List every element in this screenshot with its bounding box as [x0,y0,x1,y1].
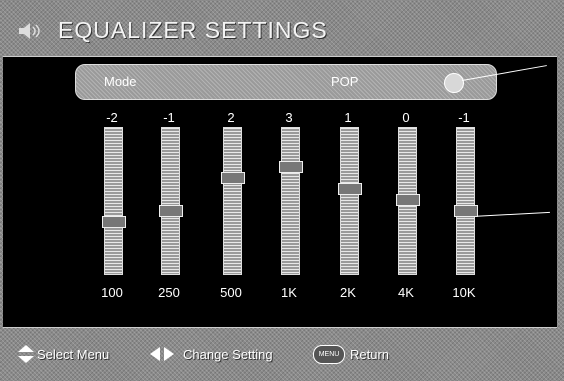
eq-band[interactable]: -1 250 [149,110,189,300]
band-value: 3 [285,110,293,125]
band-slider[interactable] [102,127,126,275]
band-slider[interactable] [221,127,245,275]
eq-band[interactable]: 1 2K [328,110,368,300]
title-bar: EQUALIZER SETTINGS [0,0,564,58]
mode-selector[interactable]: Mode POP [75,64,497,100]
band-frequency: 4K [398,285,414,300]
eq-band[interactable]: -2 100 [92,110,132,300]
band-frequency: 2K [340,285,356,300]
return-hint: Return [350,347,390,362]
band-value: -1 [163,110,175,125]
band-slider[interactable] [396,127,420,275]
slider-handle[interactable] [396,194,420,206]
band-slider[interactable] [338,127,362,275]
band-frequency: 100 [101,285,123,300]
band-frequency: 250 [158,285,180,300]
band-frequency: 10K [452,285,476,300]
slider-handle[interactable] [279,161,303,173]
band-frequency: 500 [220,285,242,300]
up-down-arrow-icon [18,345,34,363]
eq-band[interactable]: 0 4K [386,110,426,300]
band-slider[interactable] [159,127,183,275]
slider-handle[interactable] [159,205,183,217]
left-right-arrow-icon [150,347,174,361]
band-value: 0 [402,110,410,125]
speaker-icon [19,23,40,39]
change-setting-hint: Change Setting [183,347,273,362]
mode-label: Mode [104,74,137,89]
band-value: 2 [227,110,235,125]
slider-handle[interactable] [102,216,126,228]
page-title: EQUALIZER SETTINGS [58,17,328,43]
slider-handle[interactable] [454,205,478,217]
band-frequency: 1K [281,285,297,300]
band-slider[interactable] [279,127,303,275]
menu-button-icon: MENU [313,345,345,364]
slider-handle[interactable] [338,183,362,195]
band-value: -2 [106,110,118,125]
band-value: 1 [344,110,352,125]
select-menu-hint: Select Menu [37,347,110,362]
mode-value: POP [331,74,359,89]
eq-band[interactable]: -1 10K [444,110,484,300]
eq-band[interactable]: 3 1K [269,110,309,300]
band-slider[interactable] [454,127,478,275]
mode-knob-icon[interactable] [444,73,464,93]
eq-band[interactable]: 2 500 [211,110,251,300]
band-value: -1 [458,110,470,125]
slider-handle[interactable] [221,172,245,184]
